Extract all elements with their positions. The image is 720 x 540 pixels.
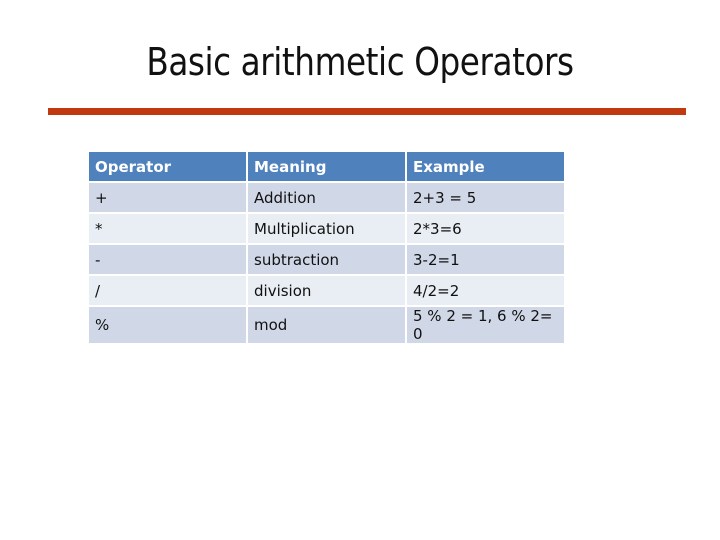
table-row: - subtraction 3-2=1: [89, 245, 564, 274]
header-example: Example: [407, 152, 564, 181]
meaning-cell: Multiplication: [248, 214, 405, 243]
meaning-cell: division: [248, 276, 405, 305]
operator-cell: +: [89, 183, 246, 212]
example-cell: 2+3 = 5: [407, 183, 564, 212]
table-row: / division 4/2=2: [89, 276, 564, 305]
operator-cell: *: [89, 214, 246, 243]
example-cell: 3-2=1: [407, 245, 564, 274]
table-header-row: Operator Meaning Example: [89, 152, 564, 181]
example-cell: 2*3=6: [407, 214, 564, 243]
example-cell: 5 % 2 = 1, 6 % 2= 0: [407, 307, 564, 343]
meaning-cell: subtraction: [248, 245, 405, 274]
slide-title: Basic arithmetic Operators: [146, 40, 574, 84]
title-underline: [48, 108, 686, 115]
table-row: + Addition 2+3 = 5: [89, 183, 564, 212]
meaning-cell: Addition: [248, 183, 405, 212]
operators-table: Operator Meaning Example + Addition 2+3 …: [87, 150, 566, 345]
example-cell: 4/2=2: [407, 276, 564, 305]
header-meaning: Meaning: [248, 152, 405, 181]
operator-cell: %: [89, 307, 246, 343]
table-row: * Multiplication 2*3=6: [89, 214, 564, 243]
meaning-cell: mod: [248, 307, 405, 343]
operator-cell: /: [89, 276, 246, 305]
header-operator: Operator: [89, 152, 246, 181]
table-row: % mod 5 % 2 = 1, 6 % 2= 0: [89, 307, 564, 343]
operator-cell: -: [89, 245, 246, 274]
